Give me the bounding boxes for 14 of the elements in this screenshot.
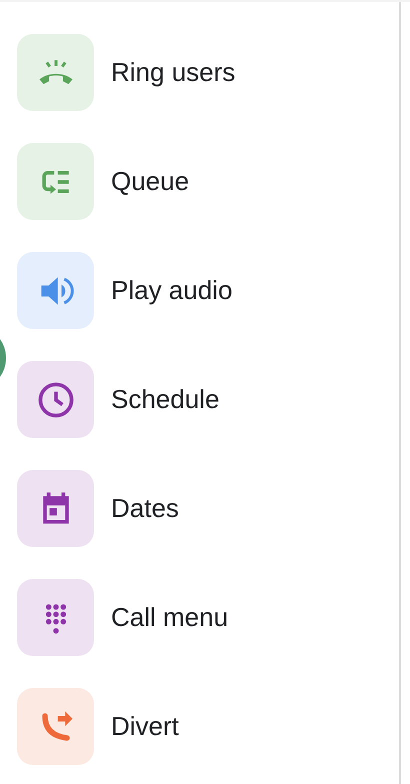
item-label: Ring users (111, 57, 236, 88)
item-label: Schedule (111, 384, 220, 415)
icon-tile[interactable] (17, 143, 94, 220)
icon-tile[interactable] (17, 252, 94, 329)
icon-tile[interactable] (17, 34, 94, 111)
icon-tile[interactable] (17, 688, 94, 765)
item-label: Dates (111, 493, 179, 524)
icon-tile[interactable] (17, 361, 94, 438)
icon-tile[interactable] (17, 579, 94, 656)
item-label: Queue (111, 166, 190, 197)
item-label: Divert (111, 711, 179, 742)
item-label: Play audio (111, 275, 232, 306)
item-label: Call menu (111, 602, 228, 633)
icon-tile[interactable] (17, 470, 94, 547)
